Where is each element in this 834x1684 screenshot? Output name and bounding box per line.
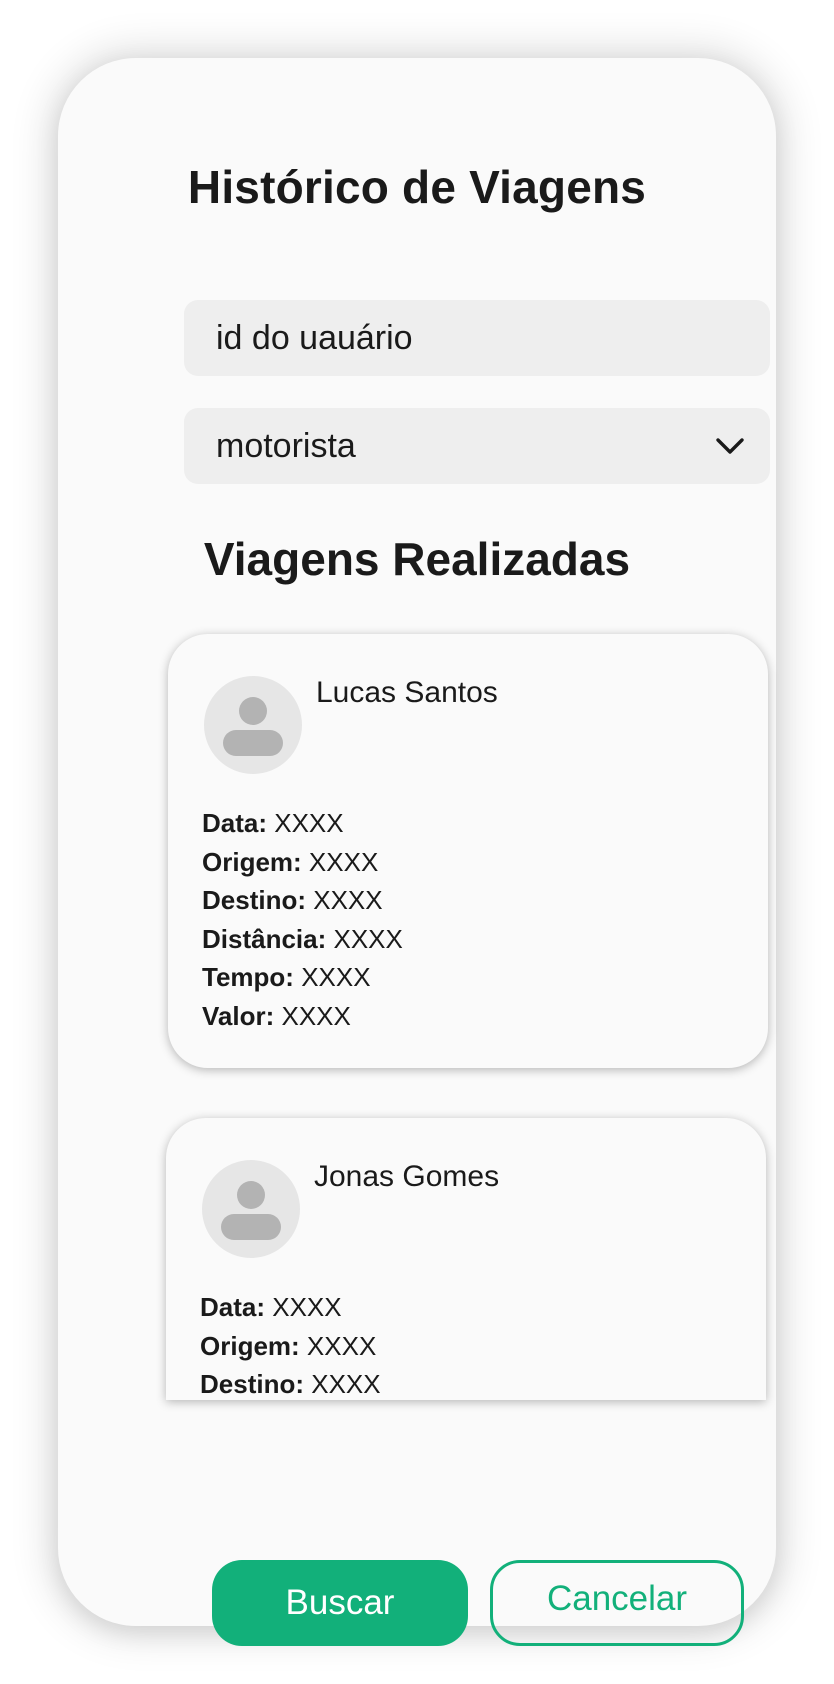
cancel-button[interactable]: Cancelar: [490, 1560, 744, 1646]
page-title: Histórico de Viagens: [187, 161, 647, 213]
trip-price: Valor: XXXX: [202, 1000, 351, 1031]
avatar: [202, 1160, 300, 1258]
trip-origin: Origem: XXXX: [200, 1330, 377, 1361]
user-id-input[interactable]: id do uauário: [184, 300, 770, 376]
trip-user-name: Jonas Gomes: [314, 1160, 500, 1193]
trip-time: Tempo: XXXX: [202, 962, 371, 993]
trip-origin: Origem: XXXX: [202, 846, 379, 877]
avatar: [204, 676, 302, 774]
trip-details: Data: XXXX Origem: XXXX Destino: XXXX Di…: [202, 804, 403, 1036]
chevron-down-icon: [716, 438, 744, 454]
user-silhouette-icon: [223, 697, 283, 756]
trip-card[interactable]: Jonas Gomes Data: XXXX Origem: XXXX Dest…: [166, 1118, 766, 1400]
trip-destination: Destino: XXXX: [200, 1369, 381, 1400]
trip-destination: Destino: XXXX: [202, 885, 383, 916]
trip-card[interactable]: Lucas Santos Data: XXXX Origem: XXXX Des…: [168, 634, 768, 1068]
section-title: Viagens Realizadas: [203, 533, 631, 585]
role-select[interactable]: motorista: [184, 408, 770, 484]
trip-details: Data: XXXX Origem: XXXX Destino: XXXX: [200, 1288, 381, 1400]
trip-date: Data: XXXX: [202, 808, 344, 838]
user-silhouette-icon: [221, 1181, 281, 1240]
trip-date: Data: XXXX: [200, 1292, 342, 1322]
trip-distance: Distância: XXXX: [202, 923, 403, 954]
search-button[interactable]: Buscar: [212, 1560, 468, 1646]
app-screen: Histórico de Viagens id do uauário motor…: [58, 58, 776, 1646]
user-id-value: id do uauário: [216, 318, 413, 357]
role-select-value: motorista: [216, 426, 356, 465]
trip-user-name: Lucas Santos: [316, 676, 498, 709]
